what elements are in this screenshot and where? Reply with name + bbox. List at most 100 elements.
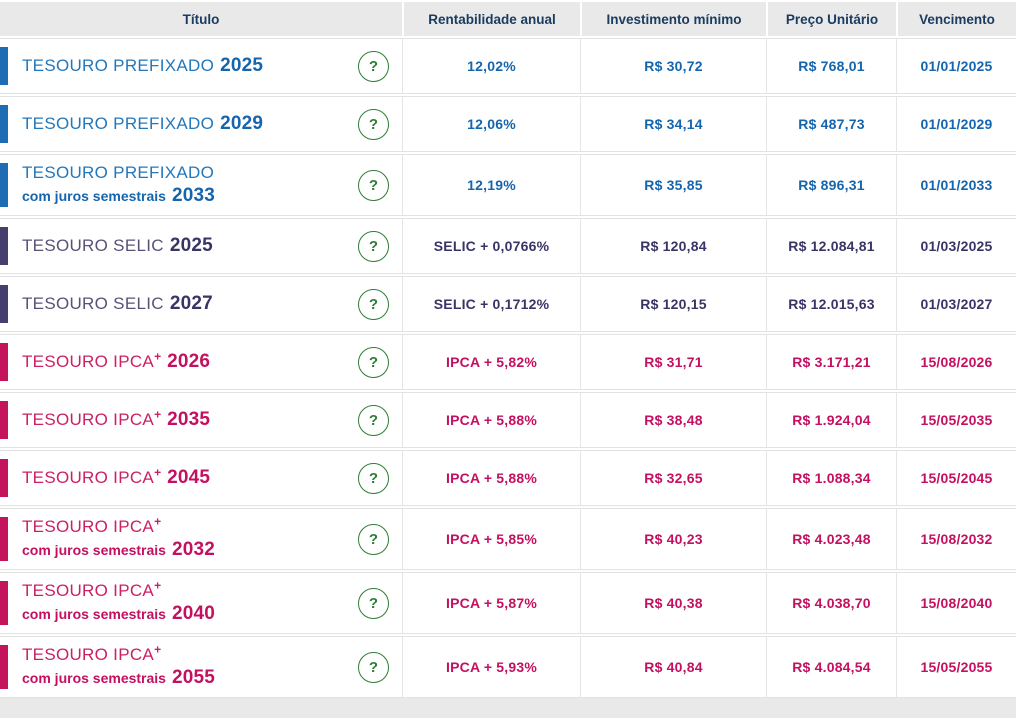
help-button[interactable]: ? (358, 651, 389, 683)
bond-title-line1: TESOURO IPCA+ (22, 644, 348, 666)
column-header-investimento: Investimento mínimo (580, 2, 766, 36)
help-button[interactable]: ? (358, 404, 389, 436)
bond-title: TESOURO IPCA+ com juros semestrais 2040 (22, 578, 348, 625)
help-button[interactable]: ? (358, 288, 389, 320)
bond-title: TESOURO SELIC 2027 (22, 293, 348, 315)
bond-title-line1: TESOURO IPCA+ 2035 (22, 408, 348, 431)
annual-rate: IPCA + 5,93% (402, 637, 580, 697)
help-button[interactable]: ? (358, 230, 389, 262)
row-color-bar (0, 47, 8, 85)
row-color-bar (0, 227, 8, 265)
maturity-date: 01/01/2033 (896, 155, 1016, 215)
question-icon: ? (368, 176, 379, 194)
bond-title-line1: TESOURO SELIC 2025 (22, 235, 348, 257)
annual-rate: SELIC + 0,0766% (402, 219, 580, 273)
help-button[interactable]: ? (358, 50, 389, 82)
question-icon: ? (368, 295, 379, 313)
maturity-date: 01/03/2025 (896, 219, 1016, 273)
min-investment: R$ 32,65 (580, 451, 766, 505)
table-row: TESOURO IPCA+ com juros semestrais 2040 ?… (0, 572, 1016, 634)
unit-price: R$ 1.924,04 (766, 393, 896, 447)
unit-price: R$ 4.038,70 (766, 573, 896, 633)
bond-name: TESOURO PREFIXADO (22, 55, 215, 75)
title-cell: TESOURO SELIC 2027 ? (0, 277, 402, 331)
unit-price: R$ 4.084,54 (766, 637, 896, 697)
title-cell: TESOURO IPCA+ 2045 ? (0, 451, 402, 505)
row-color-bar (0, 285, 8, 323)
bond-title: TESOURO IPCA+ 2035 (22, 408, 348, 431)
title-cell: TESOURO IPCA+ 2026 ? (0, 335, 402, 389)
bond-year: 2045 (167, 466, 211, 488)
maturity-date: 15/05/2035 (896, 393, 1016, 447)
bond-title-line1: TESOURO IPCA+ 2045 (22, 466, 348, 489)
bond-title-line1: TESOURO PREFIXADO (22, 163, 348, 184)
bond-name: TESOURO IPCA (22, 351, 155, 371)
bond-title: TESOURO IPCA+ com juros semestrais 2055 (22, 644, 348, 689)
title-cell: TESOURO IPCA+ com juros semestrais 2055 ? (0, 637, 402, 697)
unit-price: R$ 12.084,81 (766, 219, 896, 273)
title-cell: TESOURO IPCA+ com juros semestrais 2032 ? (0, 509, 402, 569)
help-button[interactable]: ? (358, 108, 389, 140)
annual-rate: IPCA + 5,82% (402, 335, 580, 389)
row-color-bar (0, 401, 8, 439)
bond-title-line2: com juros semestrais 2032 (22, 539, 348, 561)
table-row: TESOURO PREFIXADO com juros semestrais 20… (0, 154, 1016, 216)
annual-rate: IPCA + 5,88% (402, 451, 580, 505)
bond-name: TESOURO IPCA (22, 644, 155, 664)
table-row: TESOURO IPCA+ com juros semestrais 2055 ?… (0, 636, 1016, 698)
row-color-bar (0, 645, 8, 689)
question-icon: ? (368, 115, 379, 133)
table-row: TESOURO SELIC 2027 ? SELIC + 0,1712% R$ 1… (0, 276, 1016, 332)
unit-price: R$ 1.088,34 (766, 451, 896, 505)
unit-price: R$ 3.171,21 (766, 335, 896, 389)
table-header: Título Rentabilidade anual Investimento … (0, 2, 1016, 36)
help-button[interactable]: ? (358, 523, 389, 555)
min-investment: R$ 40,23 (580, 509, 766, 569)
bond-year: 2029 (220, 112, 264, 134)
unit-price: R$ 12.015,63 (766, 277, 896, 331)
bond-subtitle: com juros semestrais (22, 541, 166, 558)
help-button[interactable]: ? (358, 169, 389, 201)
min-investment: R$ 34,14 (580, 97, 766, 151)
plus-superscript: + (154, 578, 162, 593)
unit-price: R$ 487,73 (766, 97, 896, 151)
row-color-bar (0, 105, 8, 143)
bond-title: TESOURO IPCA+ 2045 (22, 466, 348, 489)
help-button[interactable]: ? (358, 462, 389, 494)
min-investment: R$ 30,72 (580, 39, 766, 93)
bond-year: 2026 (167, 350, 211, 372)
help-button[interactable]: ? (358, 587, 389, 619)
help-button[interactable]: ? (358, 346, 389, 378)
bond-year: 2035 (167, 408, 211, 430)
table-row: TESOURO IPCA+ 2026 ? IPCA + 5,82% R$ 31,7… (0, 334, 1016, 390)
plus-superscript: + (154, 349, 162, 364)
bond-subtitle: com juros semestrais (22, 187, 166, 204)
maturity-date: 15/08/2040 (896, 573, 1016, 633)
min-investment: R$ 31,71 (580, 335, 766, 389)
row-color-bar (0, 459, 8, 497)
bond-name: TESOURO SELIC (22, 293, 164, 313)
bond-title-line1: TESOURO IPCA+ (22, 578, 348, 602)
bond-title: TESOURO PREFIXADO 2029 (22, 113, 348, 135)
column-header-rentabilidade: Rentabilidade anual (402, 2, 580, 36)
title-cell: TESOURO PREFIXADO 2029 ? (0, 97, 402, 151)
bond-name: TESOURO IPCA (22, 516, 155, 536)
bond-year: 2025 (169, 234, 213, 256)
question-icon: ? (368, 411, 379, 429)
unit-price: R$ 896,31 (766, 155, 896, 215)
table-row: TESOURO PREFIXADO 2029 ? 12,06% R$ 34,14 … (0, 96, 1016, 152)
bond-title-line2: com juros semestrais 2055 (22, 667, 348, 689)
unit-price: R$ 768,01 (766, 39, 896, 93)
bond-title: TESOURO SELIC 2025 (22, 235, 348, 257)
bond-year: 2055 (171, 666, 216, 688)
table-row: TESOURO IPCA+ com juros semestrais 2032 ?… (0, 508, 1016, 570)
question-icon: ? (368, 469, 379, 487)
annual-rate: 12,19% (402, 155, 580, 215)
maturity-date: 15/08/2032 (896, 509, 1016, 569)
bond-name: TESOURO IPCA (22, 467, 155, 487)
bond-name: TESOURO PREFIXADO (22, 113, 215, 133)
table-row: TESOURO SELIC 2025 ? SELIC + 0,0766% R$ 1… (0, 218, 1016, 274)
title-cell: TESOURO IPCA+ 2035 ? (0, 393, 402, 447)
bond-subtitle: com juros semestrais (22, 605, 166, 622)
plus-superscript: + (154, 514, 162, 529)
